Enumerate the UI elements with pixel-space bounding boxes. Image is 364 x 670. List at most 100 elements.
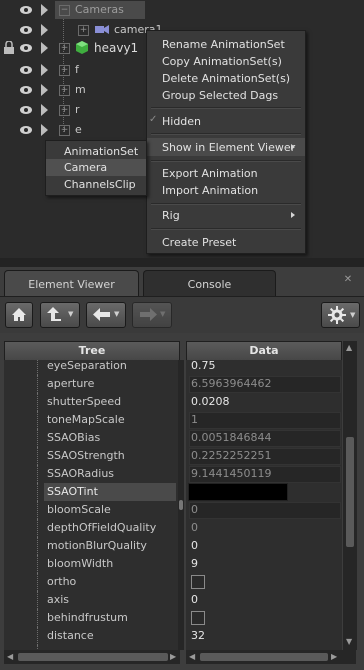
checkbox[interactable]: [191, 611, 205, 625]
data-horizontal-scrollbar[interactable]: ◀ ▶: [186, 650, 356, 664]
tree-row[interactable]: distance: [4, 627, 180, 645]
select-arrow-icon[interactable]: [41, 64, 48, 76]
tree-row[interactable]: shutterSpeed: [4, 393, 180, 411]
select-arrow-icon[interactable]: [41, 24, 48, 36]
visibility-eye-icon[interactable]: [20, 4, 32, 16]
data-vertical-scrollbar[interactable]: ▲ ▼: [343, 341, 357, 650]
data-row[interactable]: 0: [186, 591, 342, 609]
data-row[interactable]: 0.0208: [186, 393, 342, 411]
data-row[interactable]: 0.75: [186, 360, 342, 375]
tree-row[interactable]: axis: [4, 591, 180, 609]
forward-button[interactable]: ▼: [132, 302, 172, 328]
tree-row[interactable]: motionBlurQuality: [4, 537, 180, 555]
submenu-item-channelsclip[interactable]: ChannelsClip: [46, 176, 146, 193]
close-icon[interactable]: ✕: [342, 274, 354, 286]
checkbox[interactable]: [191, 575, 205, 589]
expand-icon[interactable]: +: [59, 65, 70, 76]
tree-row[interactable]: toneMapScale: [4, 411, 180, 429]
visibility-eye-icon[interactable]: [20, 124, 32, 136]
tab-element-viewer[interactable]: Element Viewer: [4, 270, 139, 299]
tree-row[interactable]: bloomScale: [4, 501, 180, 519]
menu-item-create-preset[interactable]: Create Preset: [147, 234, 305, 251]
tree-row[interactable]: eyeSeparation: [4, 360, 180, 375]
menu-item-rename-animationset[interactable]: Rename AnimationSet: [147, 36, 305, 53]
expand-icon[interactable]: −: [59, 5, 70, 16]
scroll-left-icon[interactable]: ◀: [189, 652, 195, 661]
menu-item-show-in-element-viewer[interactable]: Show in Element Viewer: [147, 138, 305, 156]
tree-column-header[interactable]: Tree: [4, 341, 180, 361]
tree-row[interactable]: SSAORadius: [4, 465, 180, 483]
menu-item-group-selected-dags[interactable]: Group Selected Dags: [147, 87, 305, 104]
lock-icon[interactable]: [4, 41, 14, 54]
outliner-row-cameras[interactable]: − Cameras: [0, 0, 364, 20]
panel-divider[interactable]: [0, 258, 364, 267]
value-field[interactable]: [189, 502, 341, 519]
data-value: 0: [191, 539, 198, 552]
data-row[interactable]: 0: [186, 519, 342, 537]
scrollbar-thumb[interactable]: [200, 653, 328, 661]
tree-row[interactable]: SSAOBias: [4, 429, 180, 447]
tree-horizontal-scrollbar[interactable]: ◀ ▶: [4, 650, 180, 664]
scroll-up-icon[interactable]: ▲: [346, 343, 352, 352]
select-arrow-icon[interactable]: [41, 84, 48, 96]
tree-row[interactable]: aperture: [4, 375, 180, 393]
tab-console[interactable]: Console: [143, 270, 276, 299]
menu-item-delete-animationset[interactable]: Delete AnimationSet(s): [147, 70, 305, 87]
tree-row[interactable]: ortho: [4, 573, 180, 591]
scroll-right-icon[interactable]: ▶: [170, 652, 176, 661]
submenu-item-animationset[interactable]: AnimationSet: [46, 143, 146, 160]
visibility-eye-icon[interactable]: [20, 24, 32, 36]
scroll-left-icon[interactable]: ◀: [7, 652, 13, 661]
select-arrow-icon[interactable]: [41, 124, 48, 136]
data-row[interactable]: 32: [186, 627, 342, 645]
expand-icon[interactable]: +: [59, 105, 70, 116]
menu-item-hidden[interactable]: ✓ Hidden: [147, 113, 305, 130]
scroll-right-icon[interactable]: ▶: [331, 652, 337, 661]
data-row[interactable]: 6.5963964462: [186, 375, 342, 393]
data-row[interactable]: [186, 609, 342, 627]
select-arrow-icon[interactable]: [41, 4, 48, 16]
scrollbar-thumb[interactable]: [18, 653, 168, 661]
value-field[interactable]: [189, 412, 341, 429]
visibility-eye-icon[interactable]: [20, 64, 32, 76]
tree-row[interactable]: depthOfFieldQuality: [4, 519, 180, 537]
visibility-eye-icon[interactable]: [20, 84, 32, 96]
data-column-header[interactable]: Data: [186, 341, 342, 361]
data-row[interactable]: 0: [186, 501, 342, 519]
expand-icon[interactable]: +: [59, 125, 70, 136]
data-row[interactable]: 0.0051846844: [186, 429, 342, 447]
expand-icon[interactable]: +: [59, 85, 70, 96]
data-row[interactable]: [186, 573, 342, 591]
data-row[interactable]: [186, 483, 342, 501]
data-row[interactable]: 9.1441450119: [186, 465, 342, 483]
select-arrow-icon[interactable]: [41, 42, 48, 54]
visibility-eye-icon[interactable]: [20, 104, 32, 116]
home-button[interactable]: [5, 302, 33, 328]
menu-item-import-animation[interactable]: Import Animation: [147, 182, 305, 199]
color-swatch[interactable]: [188, 483, 288, 501]
tree-row[interactable]: behindfrustum: [4, 609, 180, 627]
menu-item-label: Rename AnimationSet: [162, 38, 285, 51]
menu-item-rig[interactable]: Rig: [147, 207, 305, 224]
visibility-eye-icon[interactable]: [20, 42, 32, 54]
scroll-down-icon[interactable]: ▼: [346, 637, 352, 646]
data-row[interactable]: 0: [186, 537, 342, 555]
back-button[interactable]: ▼: [86, 302, 126, 328]
data-row[interactable]: 1: [186, 411, 342, 429]
tree-scrollbar[interactable]: [178, 360, 184, 650]
splitter-handle[interactable]: [179, 500, 183, 510]
up-button[interactable]: ▼: [40, 302, 80, 328]
settings-button[interactable]: ▼: [321, 302, 360, 328]
menu-item-copy-animationset[interactable]: Copy AnimationSet(s): [147, 53, 305, 70]
tree-row[interactable]: bloomWidth: [4, 555, 180, 573]
data-row[interactable]: 9: [186, 555, 342, 573]
data-row[interactable]: 0.2252252251: [186, 447, 342, 465]
expand-icon[interactable]: +: [78, 25, 89, 36]
tree-row[interactable]: SSAOStrength: [4, 447, 180, 465]
scrollbar-thumb[interactable]: [346, 437, 354, 547]
tree-row[interactable]: SSAOTint: [4, 483, 180, 501]
menu-item-export-animation[interactable]: Export Animation: [147, 165, 305, 182]
expand-icon[interactable]: +: [59, 43, 70, 54]
submenu-item-camera[interactable]: Camera: [46, 159, 146, 176]
select-arrow-icon[interactable]: [41, 104, 48, 116]
